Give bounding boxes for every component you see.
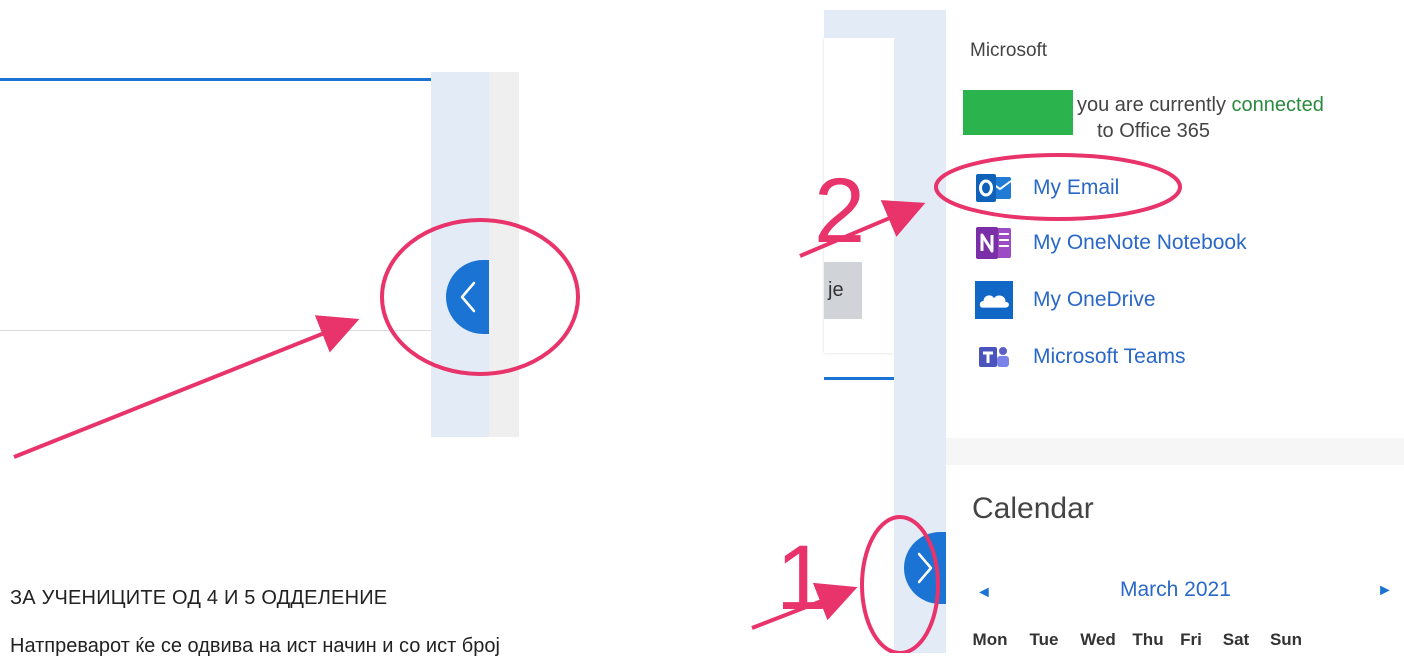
annotation-step-2: 2 (814, 160, 866, 262)
annotation-step-1: 1 (776, 527, 828, 629)
chevron-right-icon (917, 552, 933, 584)
outlook-icon (975, 169, 1013, 207)
document-body-text: Натпреварот ќе се одвива на ист начин и … (10, 635, 500, 657)
document-heading: ЗА УЧЕНИЦИТЕ ОД 4 И 5 ОДДЕЛЕНИЕ (10, 587, 388, 609)
weekday-label: Fri (1180, 630, 1202, 649)
calendar-prev-month-button[interactable]: ◄ (976, 584, 992, 602)
chevron-left-icon (460, 281, 475, 313)
weekday-label: Sun (1269, 630, 1303, 649)
calendar-title: Calendar (972, 492, 1094, 525)
link-my-email[interactable]: My Email (975, 168, 1119, 208)
connection-prefix: you are currently (1077, 94, 1232, 116)
calendar-month-label: March 2021 (1120, 578, 1231, 601)
link-label: My Email (1033, 176, 1120, 199)
left-divider (0, 330, 432, 331)
weekday-label: Mon (972, 630, 1008, 649)
left-scrollbar-track[interactable] (489, 72, 519, 437)
calendar-next-month-button[interactable]: ► (1377, 582, 1393, 600)
weekday-label: Wed (1080, 630, 1116, 649)
left-top-accent-line (0, 78, 432, 81)
link-label: Microsoft Teams (1033, 345, 1186, 368)
left-page-card (0, 72, 432, 437)
onedrive-icon (975, 281, 1013, 319)
teams-icon (975, 338, 1013, 376)
link-microsoft-teams[interactable]: Microsoft Teams (975, 337, 1186, 377)
calendar-weekday-header: Mon Tue Wed Thu Fri Sat Sun (963, 630, 1311, 650)
onenote-icon (975, 224, 1013, 262)
link-label: My OneDrive (1033, 288, 1156, 311)
panel-separator (946, 438, 1404, 465)
connection-status-line: you are currently connected (1077, 94, 1324, 117)
background-accent-line (824, 377, 894, 380)
background-page-button[interactable]: je (824, 262, 862, 319)
link-my-onenote[interactable]: My OneNote Notebook (975, 223, 1247, 263)
link-my-onedrive[interactable]: My OneDrive (975, 280, 1156, 320)
background-button-label: je (828, 279, 844, 301)
connection-status: connected (1231, 94, 1324, 116)
left-sidebar-strip (431, 72, 489, 437)
right-top-strip (824, 10, 894, 38)
weekday-label: Thu (1132, 630, 1164, 649)
weekday-label: Tue (1029, 630, 1059, 649)
link-label: My OneNote Notebook (1033, 231, 1247, 254)
redacted-username (963, 90, 1073, 135)
weekday-label: Sat (1222, 630, 1250, 649)
microsoft-panel-title: Microsoft (970, 40, 1048, 61)
connection-target: to Office 365 (1097, 120, 1211, 142)
